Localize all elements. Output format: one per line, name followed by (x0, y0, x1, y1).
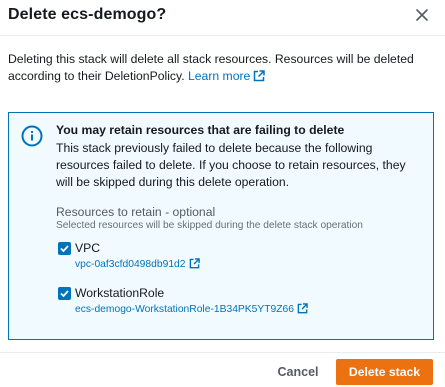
resource-id-vpc: vpc-0af3cfd0498db91d2 (75, 259, 186, 270)
checkmark-icon (60, 245, 69, 253)
resource-link-vpc[interactable]: vpc-0af3cfd0498db91d2 (75, 258, 200, 270)
cancel-button[interactable]: Cancel (270, 360, 326, 384)
resource-name-vpc: VPC (75, 241, 101, 255)
footer-divider (0, 352, 445, 353)
modal-description: Deleting this stack will delete all stac… (8, 51, 438, 85)
alert-title: You may retain resources that are failin… (56, 123, 345, 137)
resource-id-workstationrole: ecs-demogo-WorkstationRole-1B34PK5YT9Z66 (75, 304, 295, 315)
modal-header: Delete ecs-demogo? (0, 0, 445, 36)
close-icon (416, 9, 428, 21)
modal-title: Delete ecs-demogo? (8, 6, 167, 23)
resource-name-workstationrole: WorkstationRole (75, 286, 165, 300)
close-button[interactable] (409, 4, 435, 28)
learn-more-label: Learn more (187, 69, 251, 83)
delete-stack-modal: Delete ecs-demogo? Deleting this stack w… (0, 0, 445, 387)
retain-resources-alert: You may retain resources that are failin… (8, 112, 434, 340)
vpc-checkbox[interactable] (58, 242, 71, 255)
retain-description: Selected resources will be skipped durin… (56, 220, 363, 231)
resource-link-workstationrole[interactable]: ecs-demogo-WorkstationRole-1B34PK5YT9Z66 (75, 303, 308, 315)
external-link-icon (297, 303, 308, 314)
external-link-icon (254, 70, 266, 82)
retain-label: Resources to retain - optional (56, 205, 216, 219)
info-icon (21, 125, 43, 147)
alert-body: This stack previously failed to delete b… (56, 141, 406, 189)
external-link-icon (189, 258, 200, 269)
delete-stack-button[interactable]: Delete stack (336, 359, 433, 385)
learn-more-link[interactable]: Learn more (187, 69, 266, 83)
workstationrole-checkbox[interactable] (58, 287, 71, 300)
checkmark-icon (60, 290, 69, 298)
